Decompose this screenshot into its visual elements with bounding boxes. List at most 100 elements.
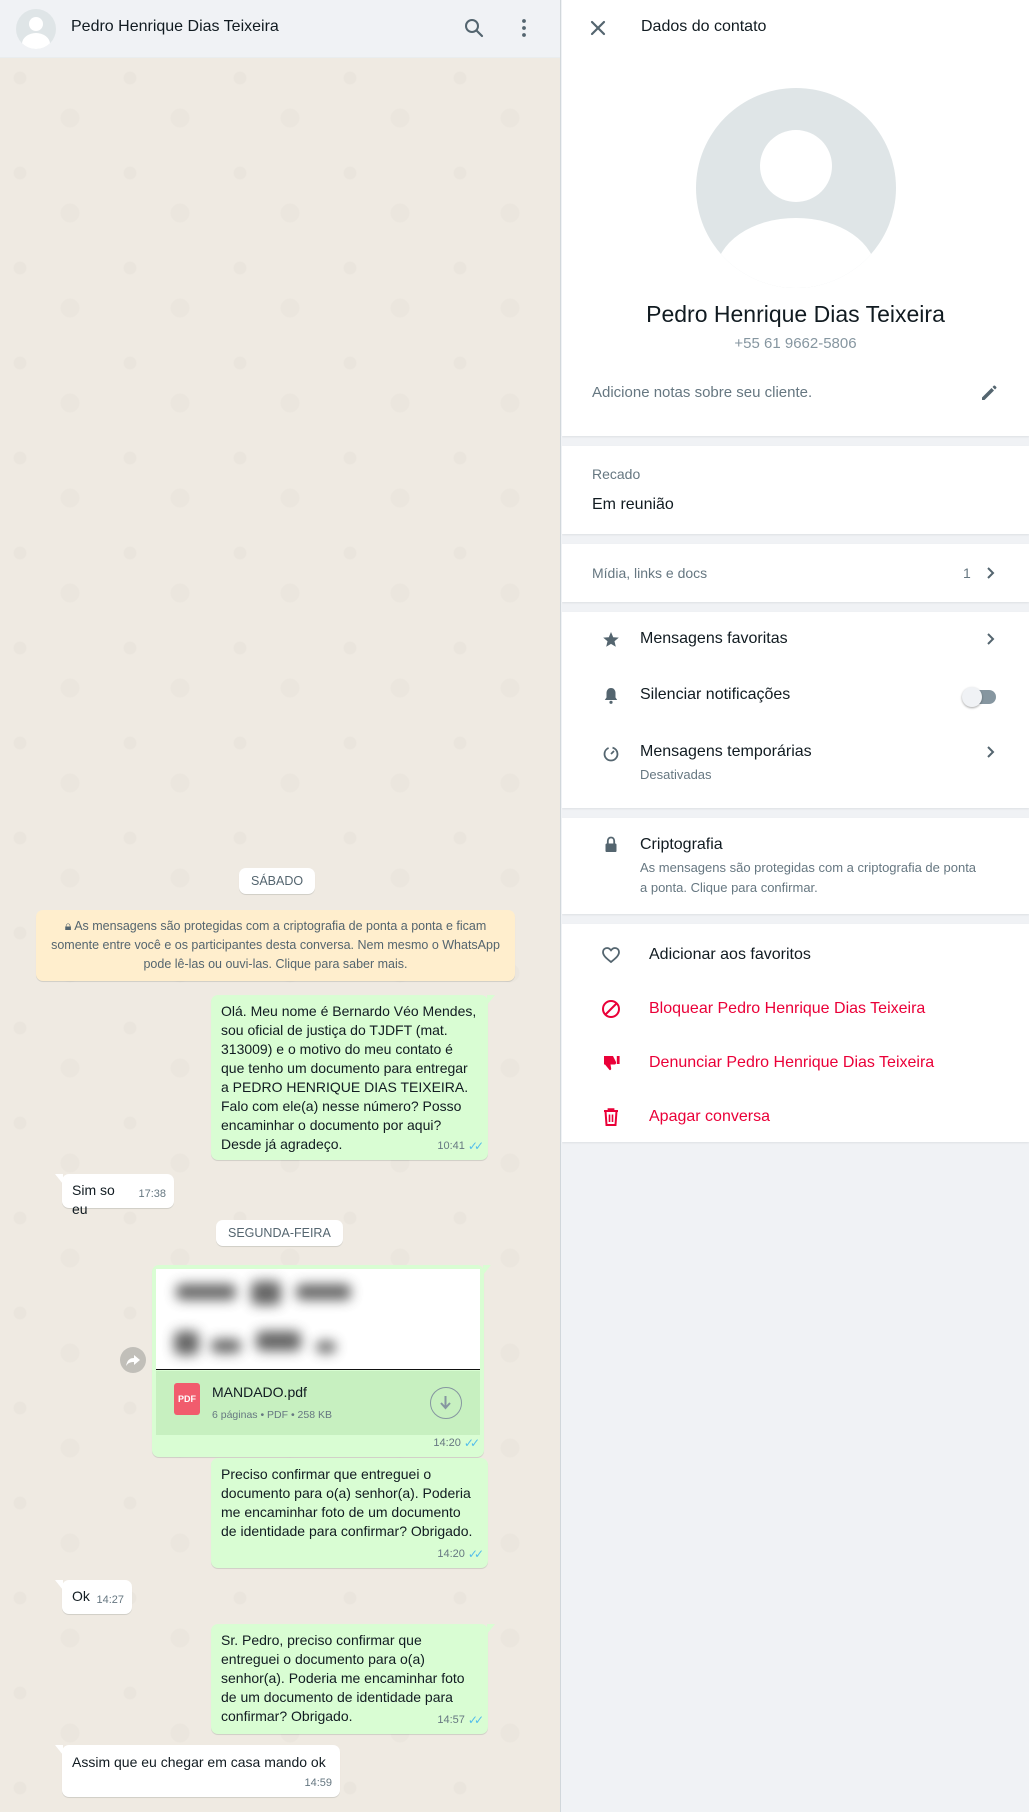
bubble-tail: [483, 1265, 491, 1275]
message-text: Assim que eu chegar em casa mando ok: [72, 1754, 326, 1770]
message-meta: 14:57 ✓✓: [437, 1711, 484, 1730]
pencil-icon[interactable]: [978, 382, 1000, 404]
bubble-tail: [55, 1580, 63, 1590]
report-contact-button[interactable]: Denunciar Pedro Henrique Dias Teixeira: [562, 1038, 1029, 1088]
message-text: Olá. Meu nome é Bernardo Véo Mendes, sou…: [221, 1003, 477, 1152]
profile-photo[interactable]: [696, 88, 896, 288]
chevron-right-icon: [987, 746, 995, 758]
encryption-notice[interactable]: 🔒︎ As mensagens são protegidas com a cri…: [36, 910, 515, 981]
disappearing-label: Mensagens temporárias: [640, 743, 812, 760]
message-meta: 14:20 ✓✓: [437, 1545, 484, 1564]
message-outgoing[interactable]: Preciso confirmar que entreguei o docume…: [211, 1458, 488, 1568]
document-row[interactable]: PDF MANDADO.pdf 6 páginas • PDF • 258 KB: [156, 1371, 480, 1435]
toggle-knob: [962, 687, 982, 707]
delete-chat-button[interactable]: Apagar conversa: [562, 1092, 1029, 1142]
forward-button[interactable]: [120, 1347, 146, 1373]
about-section: Recado Em reunião: [562, 446, 1029, 534]
message-time: 14:59: [304, 1777, 332, 1789]
chat-title[interactable]: Pedro Henrique Dias Teixeira: [71, 18, 279, 36]
download-button[interactable]: [430, 1387, 462, 1419]
report-label: Denunciar Pedro Henrique Dias Teixeira: [649, 1054, 935, 1071]
block-contact-button[interactable]: Bloquear Pedro Henrique Dias Teixeira: [562, 984, 1029, 1034]
starred-messages-row[interactable]: Mensagens favoritas: [562, 612, 1029, 666]
star-icon: [603, 632, 619, 647]
message-document[interactable]: PDF MANDADO.pdf 6 páginas • PDF • 258 KB…: [152, 1265, 491, 1457]
message-outgoing[interactable]: Sr. Pedro, preciso confirmar que entregu…: [211, 1624, 495, 1734]
message-meta: 14:59: [304, 1774, 332, 1793]
contact-info-header: Dados do contato: [562, 0, 1029, 54]
message-text: Sim so eu: [72, 1182, 115, 1217]
encryption-description: As mensagens são protegidas com a cripto…: [640, 860, 977, 895]
day-separator: SÁBADO: [239, 868, 316, 894]
message-incoming[interactable]: Ok 14:27: [55, 1580, 132, 1614]
media-label: Mídia, links e docs: [592, 565, 708, 581]
delete-label: Apagar conversa: [649, 1108, 770, 1125]
about-value: Em reunião: [592, 496, 674, 513]
thumbs-down-icon: [604, 1056, 620, 1071]
block-icon: [602, 1000, 620, 1018]
message-text: Ok: [72, 1588, 90, 1604]
lock-icon: [605, 836, 617, 852]
message-meta: 14:20 ✓✓: [433, 1434, 480, 1453]
message-incoming[interactable]: Sim so eu 17:38: [55, 1174, 174, 1217]
message-time: 14:20: [437, 1548, 465, 1560]
forward-icon: [126, 1355, 140, 1366]
mute-toggle[interactable]: [962, 687, 996, 707]
disappearing-status: Desativadas: [640, 767, 712, 782]
download-icon: [440, 1396, 451, 1410]
actions-section: Adicionar aos favoritos Bloquear Pedro H…: [562, 924, 1029, 1142]
read-receipt-icon: ✓✓: [463, 1436, 480, 1450]
bell-icon: [604, 688, 618, 704]
document-preview[interactable]: [156, 1269, 480, 1370]
message-meta: 14:27: [96, 1591, 124, 1610]
message-time: 14:27: [96, 1594, 124, 1606]
message-time: 14:20: [433, 1437, 461, 1449]
message-time: 17:38: [138, 1188, 166, 1200]
notes-field[interactable]: Adicione notas sobre seu cliente.: [592, 384, 812, 401]
contact-info-panel: Dados do contato Pedro Henrique Dias Tei…: [562, 0, 1029, 1812]
timer-icon: [603, 746, 619, 762]
chevron-right-icon: [987, 633, 995, 645]
document-info: 6 páginas • PDF • 258 KB: [212, 1409, 333, 1421]
contact-name: Pedro Henrique Dias Teixeira: [646, 301, 945, 327]
contact-phone: +55 61 9662-5806: [734, 335, 857, 352]
media-count: 1: [963, 565, 971, 581]
media-links-docs-row[interactable]: Mídia, links e docs 1: [562, 544, 1029, 602]
message-outgoing[interactable]: Olá. Meu nome é Bernardo Véo Mendes, sou…: [211, 995, 495, 1160]
mute-label: Silenciar notificações: [640, 686, 791, 703]
chat-header[interactable]: Pedro Henrique Dias Teixeira: [0, 0, 560, 58]
panel-title: Dados do contato: [641, 18, 767, 35]
bubble-tail: [55, 1174, 63, 1184]
message-time: 10:41: [437, 1140, 465, 1152]
trash-icon: [604, 1108, 618, 1126]
starred-label: Mensagens favoritas: [640, 630, 788, 647]
message-meta: 10:41 ✓✓: [437, 1137, 484, 1156]
add-favorites-label: Adicionar aos favoritos: [649, 946, 811, 963]
disappearing-messages-row[interactable]: Mensagens temporárias Desativadas: [562, 726, 1029, 800]
day-separator: SEGUNDA-FEIRA: [216, 1220, 343, 1246]
bubble-tail: [55, 1745, 63, 1755]
profile-section: Dados do contato Pedro Henrique Dias Tei…: [562, 0, 1029, 436]
encryption-title: Criptografia: [640, 836, 723, 853]
avatar[interactable]: [16, 9, 56, 49]
chevron-right-icon: [987, 567, 995, 579]
encryption-notice-text: As mensagens são protegidas com a cripto…: [51, 919, 500, 971]
encryption-row[interactable]: Criptografia As mensagens são protegidas…: [562, 818, 1029, 914]
message-meta: 17:38: [138, 1185, 166, 1204]
lock-icon: 🔒︎: [64, 919, 75, 933]
chat-settings-section: Mensagens favoritas Silenciar notificaçõ…: [562, 612, 1029, 808]
message-incoming[interactable]: Assim que eu chegar em casa mando ok 14:…: [55, 1745, 340, 1797]
menu-icon[interactable]: [512, 16, 536, 40]
read-receipt-icon: ✓✓: [467, 1139, 484, 1153]
close-icon[interactable]: [587, 17, 609, 39]
document-name: MANDADO.pdf: [212, 1384, 307, 1400]
bubble-tail: [487, 995, 495, 1005]
chat-pane: Pedro Henrique Dias Teixeira SÁBADO 🔒︎ A…: [0, 0, 561, 1812]
search-icon[interactable]: [462, 16, 486, 40]
read-receipt-icon: ✓✓: [467, 1547, 484, 1561]
add-to-favorites-button[interactable]: Adicionar aos favoritos: [562, 930, 1029, 980]
mute-notifications-row[interactable]: Silenciar notificações: [562, 668, 1029, 722]
bubble-tail: [487, 1624, 495, 1634]
block-label: Bloquear Pedro Henrique Dias Teixeira: [649, 1000, 926, 1017]
message-text: Preciso confirmar que entreguei o docume…: [221, 1466, 473, 1539]
